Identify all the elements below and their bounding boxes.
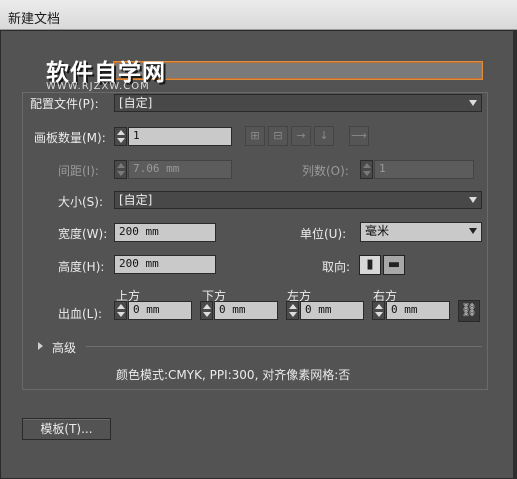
bleed-left-input[interactable]: 0 mm xyxy=(300,301,364,320)
arrange-by-column-icon: ↓ xyxy=(319,129,329,142)
width-label: 宽度(W): xyxy=(58,227,108,241)
chevron-down-icon xyxy=(469,100,477,106)
units-select[interactable]: 毫米 xyxy=(360,222,482,242)
stepper-up-icon[interactable] xyxy=(375,304,383,309)
advanced-divider xyxy=(86,346,482,347)
grid-by-row-icon: ⊞ xyxy=(250,129,260,142)
grid-by-column-button[interactable]: ⊟ xyxy=(268,126,288,146)
size-value: [自定] xyxy=(119,193,153,207)
height-label: 高度(H): xyxy=(58,260,105,274)
stepper-up-icon xyxy=(363,163,371,168)
bleed-top-input[interactable]: 0 mm xyxy=(128,301,192,320)
bleed-right-input[interactable]: 0 mm xyxy=(386,301,450,320)
columns-label: 列数(O): xyxy=(302,164,349,178)
portrait-button[interactable]: ▮ xyxy=(359,255,381,275)
spacing-label: 间距(I): xyxy=(58,164,99,178)
stepper-down-icon[interactable] xyxy=(289,312,297,317)
orientation-label: 取向: xyxy=(322,260,351,274)
grid-by-column-icon: ⊟ xyxy=(273,129,283,142)
size-select[interactable]: [自定] xyxy=(114,191,482,209)
arrange-by-row-button[interactable]: → xyxy=(291,126,311,146)
templates-button[interactable]: 模板(T)... xyxy=(22,418,111,440)
chevron-down-icon xyxy=(469,197,477,203)
columns-input: 1 xyxy=(374,160,474,179)
advanced-toggle[interactable]: 高级 xyxy=(52,339,76,356)
profile-label: 配置文件(P): xyxy=(30,97,99,111)
spacing-input: 7.06 mm xyxy=(128,160,232,179)
arrange-by-row-icon: → xyxy=(296,129,306,142)
landscape-icon: ▬ xyxy=(387,257,401,272)
document-name-input[interactable] xyxy=(114,62,482,79)
bleed-bottom-input[interactable]: 0 mm xyxy=(214,301,278,320)
stepper-up-icon[interactable] xyxy=(203,304,211,309)
artboard-count-input[interactable]: 1 xyxy=(128,127,232,146)
height-input[interactable]: 200 mm xyxy=(114,255,216,274)
bleed-top-stepper[interactable] xyxy=(114,301,127,320)
stepper-down-icon xyxy=(363,171,371,176)
stepper-down-icon xyxy=(117,171,125,176)
profile-select[interactable]: [自定] xyxy=(114,94,482,112)
stepper-down-icon[interactable] xyxy=(375,312,383,317)
portrait-icon: ▮ xyxy=(366,257,374,272)
columns-stepper xyxy=(360,160,373,179)
units-value: 毫米 xyxy=(365,224,390,238)
landscape-button[interactable]: ▬ xyxy=(383,255,405,275)
grid-by-row-button[interactable]: ⊞ xyxy=(245,126,265,146)
document-summary: 颜色模式:CMYK, PPI:300, 对齐像素网格:否 xyxy=(116,368,351,382)
stepper-down-icon[interactable] xyxy=(117,138,125,143)
stepper-up-icon xyxy=(117,163,125,168)
artboard-count-label: 画板数量(M): xyxy=(34,131,106,145)
spacing-stepper xyxy=(114,160,127,179)
chevron-down-icon xyxy=(469,228,477,234)
right-to-left-button[interactable]: ⟶ xyxy=(349,126,369,146)
disclosure-triangle-icon[interactable] xyxy=(38,342,43,350)
title-bar xyxy=(0,0,517,30)
units-label: 单位(U): xyxy=(300,227,347,241)
stepper-down-icon[interactable] xyxy=(117,312,125,317)
stepper-up-icon[interactable] xyxy=(289,304,297,309)
right-to-left-icon: ⟶ xyxy=(351,129,367,142)
bleed-bottom-stepper[interactable] xyxy=(200,301,213,320)
bleed-link-button[interactable]: ⛓ xyxy=(458,300,480,322)
stepper-up-icon[interactable] xyxy=(117,304,125,309)
chain-link-icon: ⛓ xyxy=(460,303,478,318)
size-label: 大小(S): xyxy=(58,195,104,209)
stepper-down-icon[interactable] xyxy=(203,312,211,317)
stepper-up-icon[interactable] xyxy=(117,130,125,135)
width-input[interactable]: 200 mm xyxy=(114,223,216,242)
bleed-left-stepper[interactable] xyxy=(286,301,299,320)
window-frame-right xyxy=(513,30,517,479)
watermark-url: WWW.RJZXW.COM xyxy=(46,81,150,92)
artboard-count-stepper[interactable] xyxy=(114,127,127,146)
window-title: 新建文档 xyxy=(8,11,61,26)
arrange-by-column-button[interactable]: ↓ xyxy=(314,126,334,146)
bleed-right-stepper[interactable] xyxy=(372,301,385,320)
profile-value: [自定] xyxy=(119,96,153,110)
bleed-label: 出血(L): xyxy=(58,307,103,321)
